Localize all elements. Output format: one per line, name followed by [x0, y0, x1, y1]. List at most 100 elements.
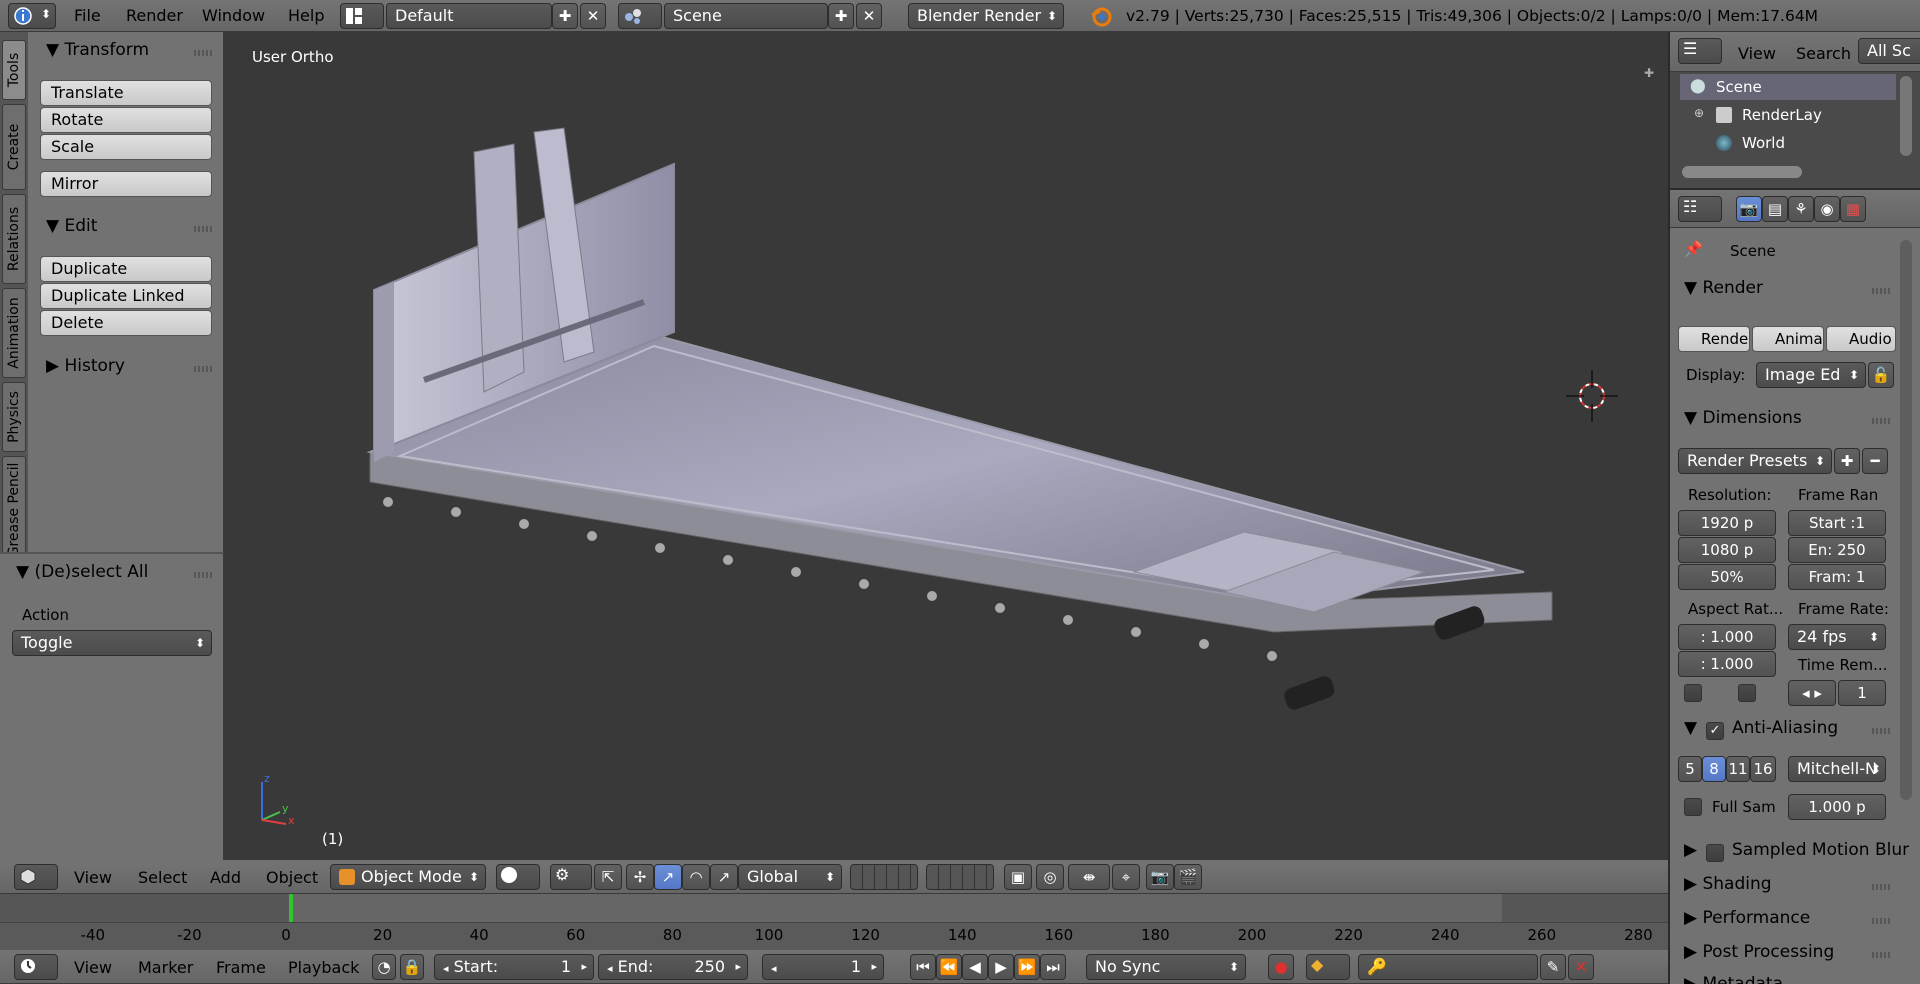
viewport-shading-select[interactable]	[496, 864, 540, 890]
scale-button[interactable]: Scale	[40, 134, 212, 160]
sync-mode-select[interactable]: No Sync ⬍	[1086, 954, 1246, 980]
animation-button[interactable]: Anima	[1752, 326, 1824, 352]
tab-tools[interactable]: Tools	[2, 40, 26, 100]
start-frame-field[interactable]: ◂ Start: 1 ▸	[434, 954, 594, 980]
menu-object[interactable]: Object	[266, 868, 318, 887]
render-context-icon[interactable]: 📷	[1736, 196, 1762, 222]
delete-button[interactable]: Delete	[40, 310, 212, 336]
anti-aliasing-panel-header[interactable]: ▼	[1684, 718, 1697, 738]
anti-aliasing-checkbox[interactable]: ✓	[1706, 722, 1724, 740]
tab-grease-pencil[interactable]: Grease Pencil	[2, 456, 26, 564]
action-select[interactable]: Toggle ⬍	[12, 630, 212, 656]
aa-filter-select[interactable]: Mitchell-N ⬍	[1788, 756, 1886, 782]
render-panel-header[interactable]: ▼ Render	[1684, 278, 1763, 298]
rotate-button[interactable]: Rotate	[40, 107, 212, 133]
timeline-menu-frame[interactable]: Frame	[216, 958, 266, 977]
pivot-point-select[interactable]: ⚙	[550, 864, 592, 890]
crop-checkbox[interactable]	[1738, 684, 1756, 702]
panel-grip[interactable]	[1872, 918, 1890, 924]
panel-grip[interactable]	[194, 50, 212, 56]
outliner-row-renderlayer[interactable]: ⊕ RenderLay	[1680, 102, 1896, 128]
rotate-manipulator-icon[interactable]: ↗	[654, 864, 682, 890]
timeline-menu-marker[interactable]: Marker	[138, 958, 193, 977]
next-keyframe-icon[interactable]: ⏩	[1014, 954, 1040, 980]
menu-add[interactable]: Add	[210, 868, 241, 887]
aspect-x-field[interactable]: : 1.000	[1678, 624, 1776, 650]
resolution-x-field[interactable]: 1920 p	[1678, 510, 1776, 536]
keying-set-field[interactable]: 🔑	[1358, 954, 1538, 980]
layers-grid-1[interactable]	[850, 864, 918, 890]
menu-render[interactable]: Render	[126, 6, 183, 25]
properties-vscroll[interactable]	[1900, 240, 1912, 800]
scene-context-icon[interactable]: ⚘	[1788, 196, 1814, 222]
keying-set-select[interactable]: ◆	[1306, 954, 1350, 980]
timeline-menu-view[interactable]: View	[74, 958, 112, 977]
render-layers-context-icon[interactable]: ▤	[1762, 196, 1788, 222]
outliner-display-filter[interactable]: All Sc	[1858, 38, 1920, 64]
play-icon[interactable]: ▶	[988, 954, 1014, 980]
mode-select[interactable]: Object Mode ⬍	[330, 864, 486, 890]
audio-button[interactable]: Audio	[1826, 326, 1896, 352]
full-sample-checkbox[interactable]	[1684, 798, 1702, 816]
timeline-ruler[interactable]	[0, 922, 1668, 950]
panel-grip[interactable]	[1872, 288, 1890, 294]
prev-keyframe-icon[interactable]: ⏪	[936, 954, 962, 980]
outliner-menu-search[interactable]: Search	[1796, 44, 1851, 63]
render-button[interactable]: Rende	[1678, 326, 1750, 352]
manipulator-extra-icon[interactable]: ↗	[710, 864, 738, 890]
snap-icon[interactable]: ⇼	[1068, 864, 1110, 890]
snap-target-icon[interactable]: ⌖	[1112, 864, 1140, 890]
render-engine-select[interactable]: Blender Render ⬍	[908, 3, 1064, 29]
end-frame-field[interactable]: ◂ End: 250 ▸	[598, 954, 748, 980]
resolution-y-field[interactable]: 1080 p	[1678, 537, 1776, 563]
menu-file[interactable]: File	[74, 6, 101, 25]
remove-scene-button[interactable]: ✕	[856, 3, 882, 29]
dimensions-panel-header[interactable]: ▼ Dimensions	[1684, 408, 1802, 428]
timeline-area[interactable]	[0, 894, 1668, 950]
operator-panel-header[interactable]: ▼ (De)select All	[16, 562, 148, 582]
tab-animation[interactable]: Animation	[2, 288, 26, 378]
translate-button[interactable]: Translate	[40, 80, 212, 106]
timeline-menu-playback[interactable]: Playback	[288, 958, 359, 977]
jump-end-icon[interactable]: ⏭	[1040, 954, 1066, 980]
metadata-panel-header[interactable]: ▶ Metadata	[1684, 974, 1783, 984]
motion-blur-checkbox[interactable]	[1706, 844, 1724, 862]
play-reverse-icon[interactable]: ◀	[962, 954, 988, 980]
tab-relations[interactable]: Relations	[2, 194, 26, 284]
remove-preset-button[interactable]: ━	[1862, 448, 1888, 474]
frame-step-field[interactable]: Fram: 1	[1788, 564, 1886, 590]
delete-keyframe-icon[interactable]: ✕	[1568, 954, 1594, 980]
frame-start-field[interactable]: Start :1	[1788, 510, 1886, 536]
aa-samples-16[interactable]: 16	[1750, 756, 1776, 782]
display-select[interactable]: Image Ed ⬍	[1756, 362, 1866, 388]
trailer-model[interactable]	[224, 32, 1668, 860]
mirror-button[interactable]: Mirror	[40, 171, 212, 197]
current-frame-field[interactable]: ◂ 1 ▸	[762, 954, 884, 980]
resolution-percentage-field[interactable]: 50%	[1678, 564, 1776, 590]
3d-viewport[interactable]: User Ortho (1) ✚ z y x	[224, 32, 1668, 860]
outliner-row-scene[interactable]: ⬤ Scene	[1680, 74, 1896, 100]
performance-panel-header[interactable]: ▶ Performance	[1684, 908, 1810, 928]
time-remap-old-field[interactable]: ◂ ▸	[1788, 680, 1836, 706]
border-checkbox[interactable]	[1684, 684, 1702, 702]
transform-orientation-select[interactable]: Global ⬍	[738, 864, 842, 890]
expand-icon[interactable]: ⊕	[1694, 106, 1704, 120]
world-context-icon[interactable]: ◉	[1814, 196, 1840, 222]
outliner-row-world[interactable]: World	[1680, 130, 1896, 156]
editor-type-3dview-button[interactable]	[14, 864, 58, 890]
render-anim-icon[interactable]: 🎬	[1174, 864, 1202, 890]
panel-grip[interactable]	[1872, 728, 1890, 734]
add-scene-button[interactable]: ✚	[828, 3, 854, 29]
lock-layers-icon[interactable]: ▣	[1004, 864, 1032, 890]
pin-icon[interactable]: 📌	[1684, 240, 1703, 258]
proportional-edit-icon[interactable]: ◎	[1036, 864, 1064, 890]
aa-samples-5[interactable]: 5	[1678, 756, 1702, 782]
tab-create[interactable]: Create	[2, 104, 26, 190]
render-presets-select[interactable]: Render Presets ⬍	[1678, 448, 1832, 474]
remove-screen-button[interactable]: ✕	[580, 3, 606, 29]
panel-grip[interactable]	[1872, 418, 1890, 424]
menu-help[interactable]: Help	[288, 6, 324, 25]
menu-select[interactable]: Select	[138, 868, 187, 887]
duplicate-linked-button[interactable]: Duplicate Linked	[40, 283, 212, 309]
motion-blur-panel-header[interactable]: ▶	[1684, 840, 1697, 860]
